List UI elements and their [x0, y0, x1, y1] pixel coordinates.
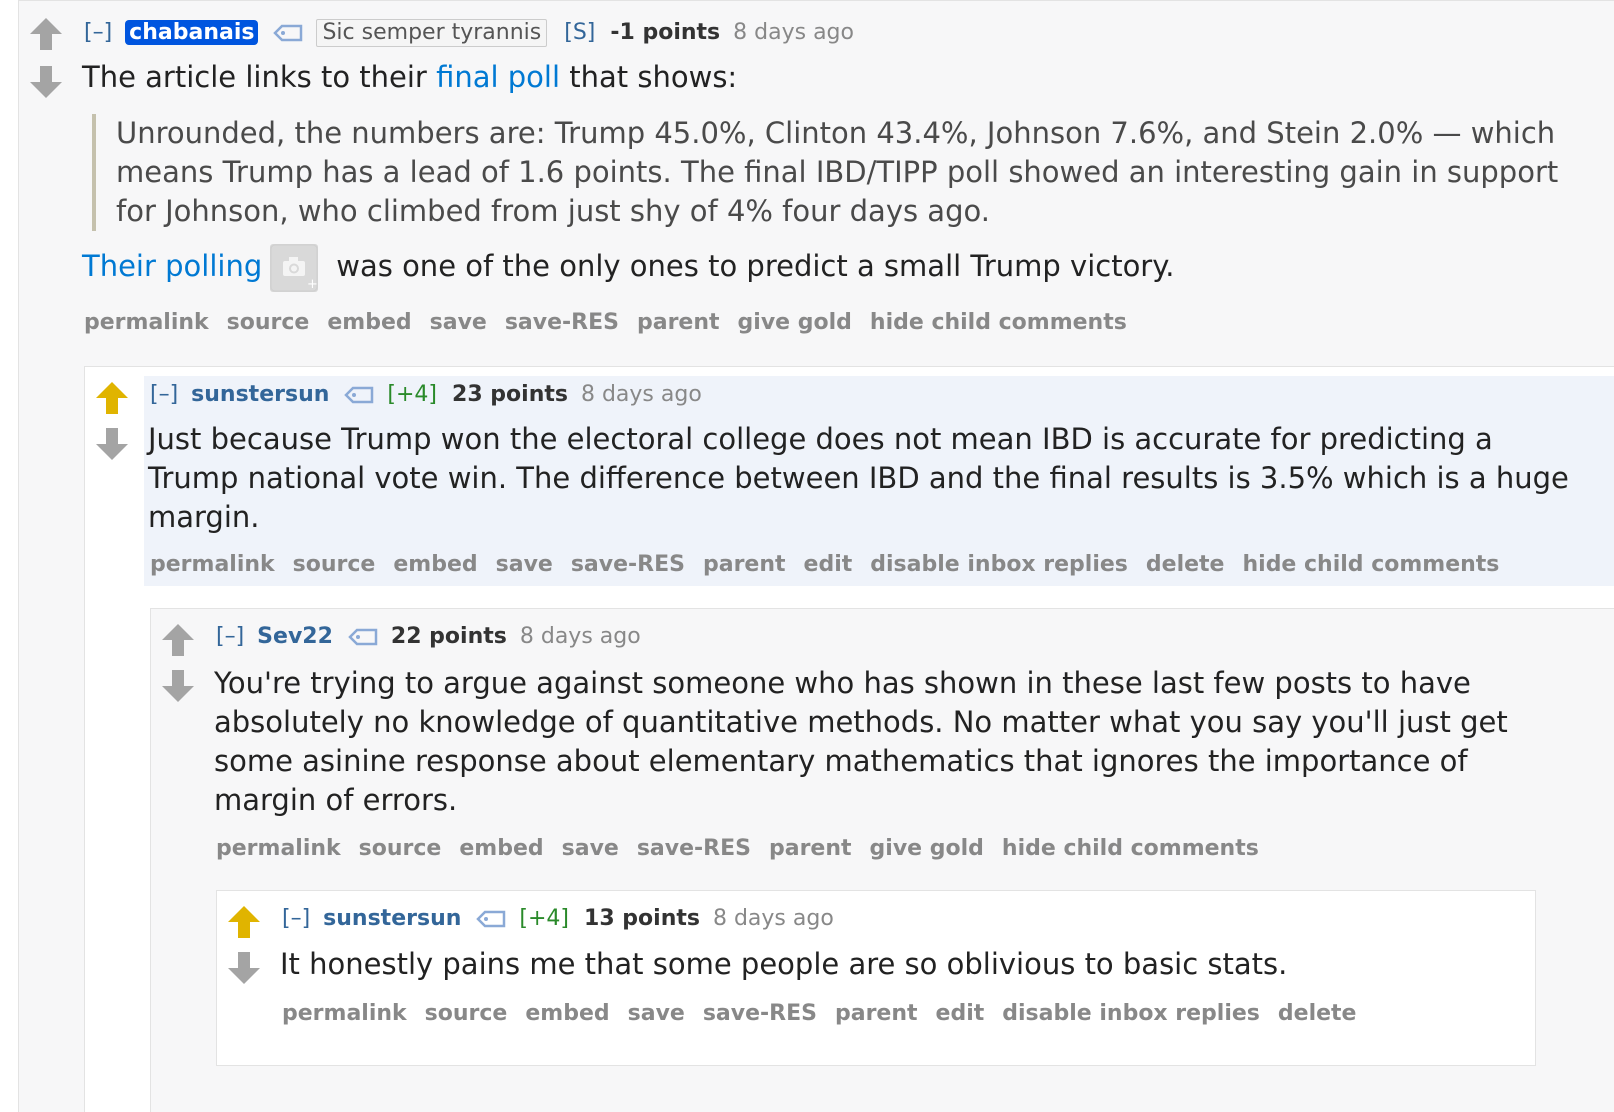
comment-actions: permalink source embed save save-RES parent gi… — [84, 308, 1145, 338]
user-tag-icon[interactable] — [273, 24, 303, 42]
comment-tagline: [–] sunstersun [+4] 13 points 8 days ago — [282, 904, 834, 934]
collapse-toggle[interactable]: [–] — [150, 382, 178, 407]
source-button[interactable]: source — [425, 1001, 508, 1026]
edit-button[interactable]: edit — [804, 552, 853, 577]
comment-tagline: [–] Sev22 22 points 8 days ago — [216, 622, 641, 652]
comment-score: 22 points — [390, 624, 507, 649]
comment-timestamp: 8 days ago — [519, 624, 641, 649]
embed-button[interactable]: embed — [459, 836, 543, 861]
author-link[interactable]: sunstersun — [323, 906, 461, 931]
parent-button[interactable]: parent — [769, 836, 852, 861]
comment-actions: permalink source embed save save-RES parent gi… — [216, 834, 1277, 864]
disable-inbox-replies-button[interactable]: disable inbox replies — [1002, 1001, 1260, 1026]
save-res-button[interactable]: save-RES — [571, 552, 685, 577]
comment-timestamp: 8 days ago — [712, 906, 834, 931]
embed-button[interactable]: embed — [327, 310, 411, 335]
submitter-badge[interactable]: [S] — [564, 20, 595, 45]
body-text: The article links to their — [82, 60, 437, 94]
permalink-button[interactable]: permalink — [216, 836, 341, 861]
comment-body: You're trying to argue against someone w… — [214, 666, 1508, 817]
upvote-arrow-icon[interactable] — [158, 620, 198, 660]
edit-button[interactable]: edit — [936, 1001, 985, 1026]
disable-inbox-replies-button[interactable]: disable inbox replies — [870, 552, 1128, 577]
parent-button[interactable]: parent — [703, 552, 786, 577]
comment-actions: permalink source embed save save-RES parent ed… — [150, 550, 1517, 580]
user-tag-icon[interactable] — [348, 628, 378, 646]
save-res-button[interactable]: save-RES — [505, 310, 619, 335]
save-button[interactable]: save — [562, 836, 619, 861]
give-gold-button[interactable]: give gold — [738, 310, 852, 335]
collapse-toggle[interactable]: [–] — [282, 906, 310, 931]
comment-score: -1 points — [610, 20, 721, 45]
save-res-button[interactable]: save-RES — [703, 1001, 817, 1026]
author-link[interactable]: Sev22 — [257, 624, 333, 649]
save-button[interactable]: save — [628, 1001, 685, 1026]
poll-quote: Unrounded, the numbers are: Trump 45.0%,… — [92, 114, 1562, 231]
source-button[interactable]: source — [227, 310, 310, 335]
comment-timestamp: 8 days ago — [580, 382, 702, 407]
body-text: was one of the only ones to predict a sm… — [336, 249, 1175, 283]
image-expando-icon[interactable]: + — [270, 244, 319, 292]
collapse-toggle[interactable]: [–] — [84, 20, 112, 45]
delete-button[interactable]: delete — [1278, 1001, 1357, 1026]
hide-child-comments-button[interactable]: hide child comments — [1002, 836, 1259, 861]
author-link[interactable]: sunstersun — [191, 382, 329, 407]
their-polling-link[interactable]: Their polling — [82, 249, 262, 283]
author-link[interactable]: chabanais — [125, 20, 259, 45]
parent-button[interactable]: parent — [835, 1001, 918, 1026]
save-res-button[interactable]: save-RES — [637, 836, 751, 861]
embed-button[interactable]: embed — [393, 552, 477, 577]
user-flair: Sic semper tyrannis — [316, 19, 548, 47]
collapse-toggle[interactable]: [–] — [216, 624, 244, 649]
user-tag-icon[interactable] — [476, 910, 506, 928]
delete-button[interactable]: delete — [1146, 552, 1225, 577]
comment-body-2: Their polling + was one of the only ones… — [82, 244, 1582, 292]
comment-tagline: [–] chabanais Sic semper tyrannis [S] -1… — [84, 18, 854, 48]
source-button[interactable]: source — [359, 836, 442, 861]
comment-tagline: [–] sunstersun [+4] 23 points 8 days ago — [150, 380, 702, 410]
save-button[interactable]: save — [496, 552, 553, 577]
upvote-arrow-icon[interactable] — [92, 378, 132, 418]
downvote-arrow-icon[interactable] — [158, 666, 198, 706]
embed-button[interactable]: embed — [525, 1001, 609, 1026]
permalink-button[interactable]: permalink — [282, 1001, 407, 1026]
comment-timestamp: 8 days ago — [733, 20, 854, 45]
downvote-arrow-icon[interactable] — [224, 948, 264, 988]
upvote-arrow-icon[interactable] — [224, 902, 264, 942]
save-button[interactable]: save — [430, 310, 487, 335]
permalink-button[interactable]: permalink — [150, 552, 275, 577]
vote-weight-tag[interactable]: [+4] — [387, 382, 437, 407]
comment-body: Just because Trump won the electoral col… — [148, 422, 1569, 534]
give-gold-button[interactable]: give gold — [870, 836, 984, 861]
upvote-arrow-icon[interactable] — [26, 14, 66, 54]
comment-score: 23 points — [452, 382, 568, 407]
final-poll-link[interactable]: final poll — [436, 60, 560, 94]
comment-actions: permalink source embed save save-RES parent ed… — [282, 999, 1374, 1029]
comment-body: The article links to their final poll th… — [82, 58, 1582, 97]
body-text: that shows: — [560, 60, 738, 94]
svg-text:+: + — [307, 277, 318, 292]
hide-child-comments-button[interactable]: hide child comments — [870, 310, 1127, 335]
downvote-arrow-icon[interactable] — [92, 424, 132, 464]
parent-button[interactable]: parent — [637, 310, 720, 335]
source-button[interactable]: source — [293, 552, 376, 577]
user-tag-icon[interactable] — [344, 386, 374, 404]
hide-child-comments-button[interactable]: hide child comments — [1242, 552, 1499, 577]
downvote-arrow-icon[interactable] — [26, 62, 66, 102]
comment-score: 13 points — [584, 906, 700, 931]
comment-body: It honestly pains me that some people ar… — [280, 947, 1288, 981]
vote-weight-tag[interactable]: [+4] — [519, 906, 569, 931]
permalink-button[interactable]: permalink — [84, 310, 209, 335]
